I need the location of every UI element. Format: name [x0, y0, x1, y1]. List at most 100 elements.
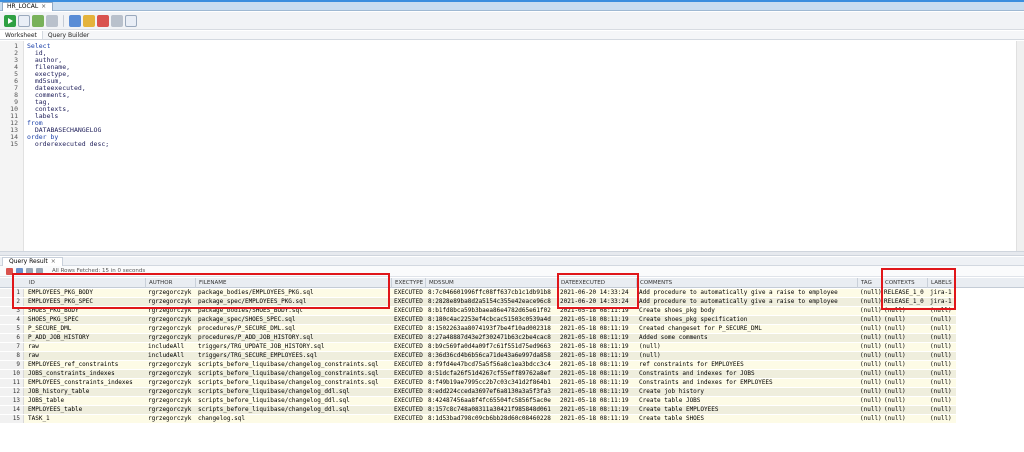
cell-labels[interactable]: (null) — [928, 343, 956, 351]
cell-contexts[interactable]: (null) — [882, 415, 928, 423]
column-header-comments[interactable]: COMMENTS — [637, 278, 858, 288]
cell-filename[interactable]: scripts_before_liquibase/changelog_ddl.s… — [196, 388, 392, 396]
cell-id[interactable]: EMPLOYEES_constraints_indexes — [26, 379, 146, 387]
cell-labels[interactable]: (null) — [928, 334, 956, 342]
column-header-tag[interactable]: TAG — [858, 278, 882, 288]
cell-contexts[interactable]: (null) — [882, 316, 928, 324]
table-row[interactable]: 9 EMPLOYEES_ref_constraints rgrzegorczyk sc… — [0, 361, 1024, 369]
tab-query-builder[interactable]: Query Builder — [43, 31, 94, 39]
cell-dateexecuted[interactable]: 2021-05-18 08:11:19 — [558, 397, 637, 405]
cell-exectype[interactable]: EXECUTED — [392, 397, 426, 405]
cell-comments[interactable]: Create shoes_pkg body — [637, 307, 858, 315]
cell-dateexecuted[interactable]: 2021-05-18 08:11:19 — [558, 316, 637, 324]
cell-labels[interactable]: (null) — [928, 316, 956, 324]
cell-tag[interactable]: (null) — [858, 415, 882, 423]
cell-id[interactable]: P_SECURE_DML — [26, 325, 146, 333]
cell-comments[interactable]: Created changeset for P_SECURE_DML — [637, 325, 858, 333]
eraser-icon[interactable] — [97, 14, 109, 27]
cell-author[interactable]: rgrzegorczyk — [146, 379, 196, 387]
cell-contexts[interactable]: (null) — [882, 361, 928, 369]
cell-tag[interactable]: (null) — [858, 316, 882, 324]
cell-dateexecuted[interactable]: 2021-05-18 08:11:19 — [558, 370, 637, 378]
cell-id[interactable]: TASK_1 — [26, 415, 146, 423]
sql-editor[interactable]: 1 Select 2 id, 3 author, 4 filename, 5 execty… — [0, 41, 1024, 251]
cell-tag[interactable]: (null) — [858, 334, 882, 342]
cell-filename[interactable]: scripts_before_liquibase/changelog_const… — [196, 379, 392, 387]
cell-filename[interactable]: triggers/TRG_SECURE_EMPLOYEES.sql — [196, 352, 392, 360]
cell-id[interactable]: EMPLOYEES_table — [26, 406, 146, 414]
cell-tag[interactable]: (null) — [858, 379, 882, 387]
commit-icon[interactable] — [32, 14, 44, 27]
cell-author[interactable]: rgrzegorczyk — [146, 388, 196, 396]
table-row[interactable]: 11 EMPLOYEES_constraints_indexes rgrzegorc… — [0, 379, 1024, 387]
cell-labels[interactable]: (null) — [928, 388, 956, 396]
cell-labels[interactable]: (null) — [928, 370, 956, 378]
cell-tag[interactable]: (null) — [858, 352, 882, 360]
cell-id[interactable]: JOBS_table — [26, 397, 146, 405]
cell-filename[interactable]: procedures/P_ADD_JOB_HISTORY.sql — [196, 334, 392, 342]
cell-contexts[interactable]: (null) — [882, 343, 928, 351]
cell-id[interactable]: SHOES_PKG_SPEC — [26, 316, 146, 324]
cell-author[interactable]: rgrzegorczyk — [146, 406, 196, 414]
cell-author[interactable]: includeAll — [146, 352, 196, 360]
cell-comments[interactable]: Constraints and indexes for JOBS — [637, 370, 858, 378]
cell-exectype[interactable]: EXECUTED — [392, 316, 426, 324]
cell-labels[interactable]: (null) — [928, 406, 956, 414]
table-row[interactable]: 10 JOBS_constraints_indexes rgrzegorczyk sc… — [0, 370, 1024, 378]
cell-comments[interactable]: Create table EMPLOYEES — [637, 406, 858, 414]
explain-plan-icon[interactable] — [83, 14, 95, 27]
cell-tag[interactable]: (null) — [858, 370, 882, 378]
cell-id[interactable]: JOBS_constraints_indexes — [26, 370, 146, 378]
pane-splitter[interactable] — [0, 251, 1024, 256]
cell-comments[interactable]: Added some comments — [637, 334, 858, 342]
cell-contexts[interactable]: (null) — [882, 406, 928, 414]
cell-exectype[interactable]: EXECUTED — [392, 406, 426, 414]
cell-tag[interactable]: (null) — [858, 325, 882, 333]
cell-tag[interactable]: (null) — [858, 388, 882, 396]
format-icon[interactable] — [125, 14, 137, 27]
table-row[interactable]: 6 P_ADD_JOB_HISTORY rgrzegorczyk procedures… — [0, 334, 1024, 342]
table-row[interactable]: 8 raw includeAll triggers/TRG_SECURE_EMPLOY… — [0, 352, 1024, 360]
cell-filename[interactable]: scripts_before_liquibase/changelog_ddl.s… — [196, 406, 392, 414]
cell-tag[interactable]: (null) — [858, 406, 882, 414]
cell-filename[interactable]: changelog.sql — [196, 415, 392, 423]
cell-comments[interactable]: Add procedure to automatically give a ra… — [637, 298, 858, 306]
cell-exectype[interactable]: EXECUTED — [392, 352, 426, 360]
cell-author[interactable]: rgrzegorczyk — [146, 370, 196, 378]
table-row[interactable]: 13 JOBS_table rgrzegorczyk scripts_before_l… — [0, 397, 1024, 405]
cell-comments[interactable]: ref constraints for EMPLOYEES — [637, 361, 858, 369]
table-row[interactable]: 14 EMPLOYEES_table rgrzegorczyk scripts_bef… — [0, 406, 1024, 414]
cell-exectype[interactable]: EXECUTED — [392, 298, 426, 306]
cell-filename[interactable]: scripts_before_liquibase/changelog_const… — [196, 361, 392, 369]
cell-id[interactable]: raw — [26, 352, 146, 360]
tab-query-result[interactable]: Query Result × — [2, 257, 63, 266]
cell-md5sum[interactable]: 8:f49b19ae7995cc2b7c03c341d2f864b1 — [426, 379, 558, 387]
cell-contexts[interactable]: (null) — [882, 379, 928, 387]
connection-tab[interactable]: HR_LOCAL × — [2, 2, 54, 11]
cell-contexts[interactable]: (null) — [882, 352, 928, 360]
cell-md5sum[interactable]: 8:27a48887d43e2f302471b63c2be4cac8 — [426, 334, 558, 342]
cell-author[interactable]: rgrzegorczyk — [146, 316, 196, 324]
cell-exectype[interactable]: EXECUTED — [392, 361, 426, 369]
cell-dateexecuted[interactable]: 2021-05-18 08:11:19 — [558, 388, 637, 396]
cell-md5sum[interactable]: 8:1d53bad798c09cb6bb28d60c08460228 — [426, 415, 558, 423]
cell-md5sum[interactable]: 8:42487456aa8f4fc65504fc5856f5ac0e — [426, 397, 558, 405]
cell-md5sum[interactable]: 8:f9fd4e47bcd75a5f56a8c1ea3bdcc3c4 — [426, 361, 558, 369]
cell-contexts[interactable]: (null) — [882, 325, 928, 333]
run-statement-icon[interactable] — [4, 14, 16, 27]
cell-author[interactable]: rgrzegorczyk — [146, 334, 196, 342]
cell-author[interactable]: rgrzegorczyk — [146, 361, 196, 369]
cell-md5sum[interactable]: 8:36d36cd4b6b56ca71de43a6e997da858 — [426, 352, 558, 360]
cell-dateexecuted[interactable]: 2021-05-18 08:11:19 — [558, 415, 637, 423]
cell-dateexecuted[interactable]: 2021-05-18 08:11:19 — [558, 379, 637, 387]
column-header-exectype[interactable]: EXECTYPE — [392, 278, 426, 288]
cell-contexts[interactable]: (null) — [882, 397, 928, 405]
cell-contexts[interactable]: (null) — [882, 388, 928, 396]
run-script-icon[interactable] — [18, 14, 30, 27]
cell-md5sum[interactable]: 8:b1fd8bca59b3baea86e4782d65e61f02 — [426, 307, 558, 315]
cell-author[interactable]: includeAll — [146, 343, 196, 351]
cell-comments[interactable]: (null) — [637, 343, 858, 351]
cell-id[interactable]: P_ADD_JOB_HISTORY — [26, 334, 146, 342]
table-row[interactable]: 5 P_SECURE_DML rgrzegorczyk procedures/P_SE… — [0, 325, 1024, 333]
cell-comments[interactable]: Create shoes_pkg specification — [637, 316, 858, 324]
